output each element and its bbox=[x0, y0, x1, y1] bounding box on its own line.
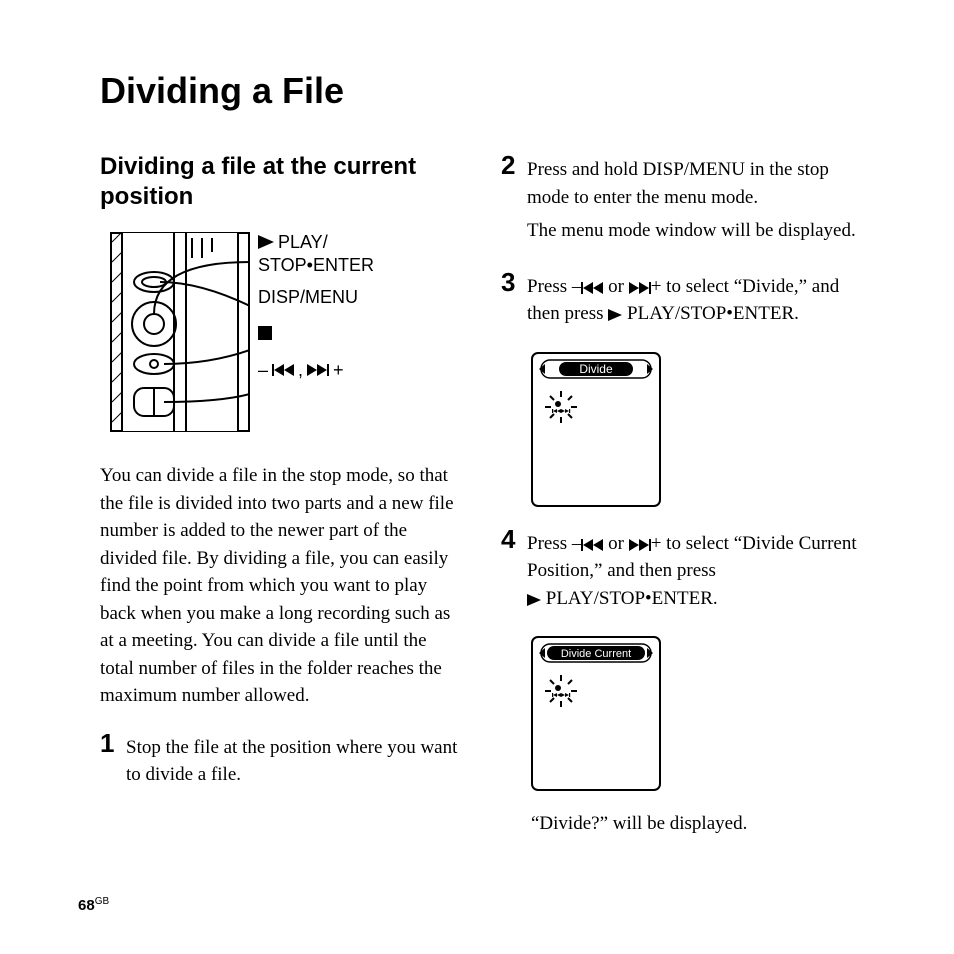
step-2-body: Press and hold DISP/MENU in the stop mod… bbox=[527, 152, 866, 251]
step-1: 1 Stop the file at the position where yo… bbox=[100, 730, 465, 795]
step-3-mid: or bbox=[603, 276, 628, 297]
step-3-post2: PLAY/STOP•ENTER. bbox=[622, 303, 799, 324]
step-4-number: 4 bbox=[501, 526, 519, 619]
device-diagram bbox=[110, 232, 250, 432]
screen-divide: Divide bbox=[531, 352, 866, 512]
step-4-body: Press – or + to select “Divide Current P… bbox=[527, 526, 866, 619]
seek-sep: , bbox=[298, 360, 303, 381]
columns: Dividing a file at the current position bbox=[100, 152, 894, 858]
callout-stop bbox=[258, 326, 374, 340]
callout-play: PLAY/ bbox=[258, 232, 374, 253]
step-4-text: Press – or + to select “Divide Current P… bbox=[527, 530, 866, 613]
prev-icon bbox=[272, 364, 294, 376]
callout-stop-enter-label: STOP•ENTER bbox=[258, 255, 374, 276]
screen-divide-current-label: Divide Current bbox=[561, 648, 631, 660]
play-icon bbox=[608, 309, 622, 321]
step-3-text: Press – or + to select “Divide,” and the… bbox=[527, 273, 866, 328]
lcd-divide: Divide bbox=[531, 352, 661, 507]
screen-divide-current: Divide Current bbox=[531, 636, 866, 796]
callout-play-label-1: PLAY/ bbox=[278, 232, 328, 253]
lcd-divide-current: Divide Current bbox=[531, 636, 661, 791]
next-icon bbox=[629, 282, 651, 294]
step-3-number: 3 bbox=[501, 269, 519, 334]
right-column: 2 Press and hold DISP/MENU in the stop m… bbox=[501, 152, 866, 858]
prev-icon bbox=[581, 539, 603, 551]
step-1-text: Stop the file at the position where you … bbox=[126, 734, 465, 789]
step-2-text-2: The menu mode window will be displayed. bbox=[527, 217, 866, 245]
page-suffix: GB bbox=[95, 896, 109, 907]
step-3-pre: Press – bbox=[527, 276, 581, 297]
stop-icon bbox=[258, 326, 272, 340]
next-icon bbox=[307, 364, 329, 376]
step-2-number: 2 bbox=[501, 152, 519, 251]
closing-text: “Divide?” will be displayed. bbox=[531, 810, 866, 838]
play-icon bbox=[527, 594, 541, 606]
page-title: Dividing a File bbox=[100, 70, 894, 112]
step-4-mid: or bbox=[603, 533, 628, 554]
step-1-body: Stop the file at the position where you … bbox=[126, 730, 465, 795]
play-icon bbox=[258, 235, 274, 249]
diagram-callouts: PLAY/ STOP•ENTER DISP/MENU – , bbox=[258, 232, 374, 393]
prev-icon bbox=[581, 282, 603, 294]
step-4: 4 Press – or + to select “Divide Current… bbox=[501, 526, 866, 619]
step-3-body: Press – or + to select “Divide,” and the… bbox=[527, 269, 866, 334]
section-subtitle: Dividing a file at the current position bbox=[100, 152, 465, 212]
callout-disp-menu-label: DISP/MENU bbox=[258, 287, 358, 308]
step-4-pre: Press – bbox=[527, 533, 581, 554]
page: Dividing a File Dividing a file at the c… bbox=[0, 0, 954, 954]
callout-seek: – , + bbox=[258, 360, 374, 381]
page-footer: 68GB bbox=[78, 896, 109, 914]
left-column: Dividing a file at the current position bbox=[100, 152, 465, 858]
callout-disp-menu: DISP/MENU bbox=[258, 287, 374, 308]
next-icon bbox=[629, 539, 651, 551]
screen-divide-label: Divide bbox=[579, 362, 613, 376]
step-2: 2 Press and hold DISP/MENU in the stop m… bbox=[501, 152, 866, 251]
device-diagram-block: PLAY/ STOP•ENTER DISP/MENU – , bbox=[110, 232, 465, 432]
step-1-number: 1 bbox=[100, 730, 118, 795]
page-number: 68 bbox=[78, 897, 95, 914]
intro-paragraph: You can divide a file in the stop mode, … bbox=[100, 462, 465, 710]
step-4-post2: PLAY/STOP•ENTER. bbox=[541, 588, 718, 609]
step-3: 3 Press – or + to select “Divide,” and t… bbox=[501, 269, 866, 334]
callout-stop-enter: STOP•ENTER bbox=[258, 255, 374, 276]
step-2-text-1: Press and hold DISP/MENU in the stop mod… bbox=[527, 156, 866, 211]
